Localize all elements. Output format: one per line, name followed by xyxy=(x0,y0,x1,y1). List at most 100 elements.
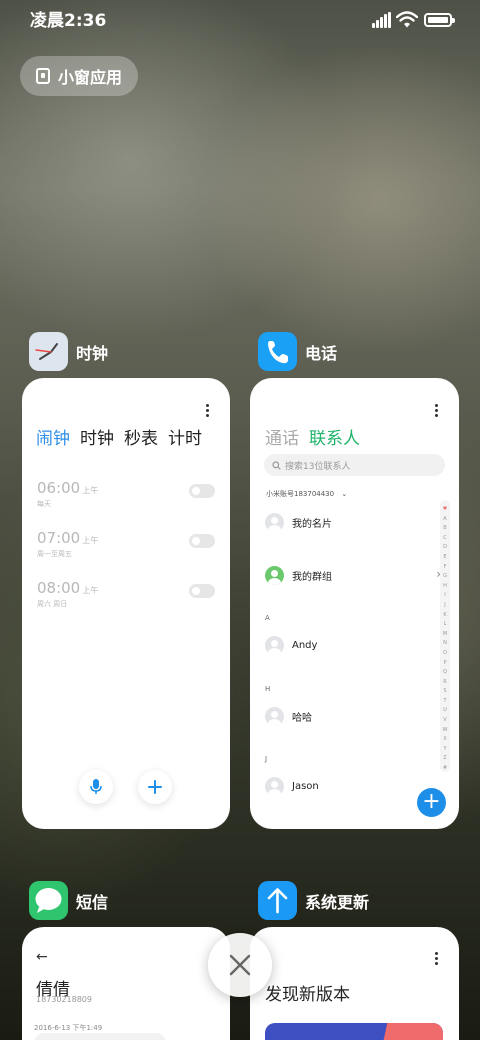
alphabet-letter: M xyxy=(442,630,448,637)
alphabet-letter: U xyxy=(443,707,447,714)
add-contact-button[interactable]: + xyxy=(417,788,446,817)
messages-app-icon xyxy=(29,881,68,920)
contact-name: 我的名片 xyxy=(292,518,332,530)
wifi-icon xyxy=(396,11,418,28)
alphabet-letter: E xyxy=(443,553,447,560)
status-time: 凌晨2:36 xyxy=(30,11,107,31)
more-options-icon[interactable] xyxy=(435,404,439,418)
more-options-icon[interactable] xyxy=(206,404,210,418)
small-window-icon xyxy=(36,68,50,84)
small-window-apps-button[interactable]: 小窗应用 xyxy=(20,56,138,96)
chevron-down-icon: ⌄ xyxy=(341,490,348,498)
messages-app-card[interactable]: ← 倩倩 18730218809 2016-6-13 下午1:49 xyxy=(22,927,230,1040)
clock-app-icon xyxy=(29,332,68,371)
alphabet-letter: # xyxy=(442,765,448,772)
tab-stopwatch[interactable]: 秒表 xyxy=(124,424,158,449)
contact-row[interactable]: Jason xyxy=(265,776,319,796)
message-bubble[interactable] xyxy=(34,1033,166,1040)
add-alarm-button[interactable] xyxy=(138,770,172,804)
tab-calls[interactable]: 通话 xyxy=(265,424,299,449)
tab-contacts[interactable]: 联系人 xyxy=(309,424,360,449)
alarm-ampm: 上午 xyxy=(82,586,99,595)
alarm-days: 每天 xyxy=(37,500,51,508)
avatar xyxy=(265,512,284,532)
alarm-toggle[interactable] xyxy=(189,484,215,498)
conversation-contact-number: 18730218809 xyxy=(36,995,92,1004)
alarm-row[interactable]: 08:00 上午 周六 周日 xyxy=(37,578,215,614)
phone-app-card[interactable]: 通话 联系人 搜索13位联系人 小米账号183704430 ⌄ 我的名片 我的群… xyxy=(250,378,459,829)
alarm-ampm: 上午 xyxy=(82,536,99,545)
contact-name: 哈哈 xyxy=(292,712,312,724)
contact-row[interactable]: 哈哈 xyxy=(265,706,312,726)
updater-app-header[interactable]: 系统更新 xyxy=(258,881,369,920)
contact-name: Andy xyxy=(292,639,318,651)
tab-timer[interactable]: 计时 xyxy=(168,424,202,449)
updater-app-icon xyxy=(258,881,297,920)
alphabet-letter: N xyxy=(443,640,447,647)
alarm-time: 07:00 xyxy=(37,529,81,547)
alarm-time: 08:00 xyxy=(37,579,81,597)
messages-app-header[interactable]: 短信 xyxy=(29,881,108,920)
alphabet-letter: W xyxy=(442,726,448,733)
clock-app-card[interactable]: 闹钟 时钟 秒表 计时 06:00 上午 每天 07:00 上午 周一至周五 08:… xyxy=(22,378,230,829)
alarm-toggle[interactable] xyxy=(189,584,215,598)
contact-search-input[interactable]: 搜索13位联系人 xyxy=(264,454,445,476)
tab-clock[interactable]: 时钟 xyxy=(80,424,114,449)
tab-alarm[interactable]: 闹钟 xyxy=(36,424,70,449)
messages-app-name: 短信 xyxy=(76,892,109,912)
alphabet-letter: A xyxy=(443,515,447,522)
alphabet-letter: K xyxy=(443,611,447,618)
phone-app-icon xyxy=(258,332,297,371)
close-icon xyxy=(229,954,251,976)
signal-icon xyxy=(372,12,392,28)
alarm-row[interactable]: 06:00 上午 每天 xyxy=(37,478,215,514)
updater-app-name: 系统更新 xyxy=(305,892,370,912)
alarm-row[interactable]: 07:00 上午 周一至周五 xyxy=(37,528,215,564)
alphabet-letter: G xyxy=(443,573,447,580)
contact-row[interactable]: Andy xyxy=(265,635,317,655)
update-heading: 发现新版本 xyxy=(265,985,350,1005)
alarm-toggle[interactable] xyxy=(189,534,215,548)
alphabet-letter: P xyxy=(443,659,447,666)
search-placeholder: 搜索13位联系人 xyxy=(285,461,351,472)
alphabet-letter: Z xyxy=(443,755,447,762)
avatar xyxy=(265,776,284,796)
alphabet-letter: Q xyxy=(443,669,447,676)
alphabet-letter: L xyxy=(443,621,447,628)
back-arrow-icon[interactable]: ← xyxy=(36,949,48,965)
alphabet-letter: I xyxy=(444,592,446,599)
contact-row-my-groups[interactable]: 我的群组 › xyxy=(265,565,441,585)
avatar xyxy=(265,706,284,726)
updater-app-card[interactable]: 发现新版本 xyxy=(250,927,459,1040)
update-banner xyxy=(265,1023,443,1040)
alphabet-letter: C xyxy=(443,534,447,541)
phone-app-header[interactable]: 电话 xyxy=(258,332,337,371)
clear-all-button[interactable] xyxy=(208,933,272,997)
alarm-days: 周六 周日 xyxy=(37,600,68,608)
alphabet-letter: Y xyxy=(443,745,447,752)
alarm-days: 周一至周五 xyxy=(37,550,72,558)
alphabet-letter: ♥ xyxy=(442,506,448,512)
alphabet-letter: H xyxy=(443,582,447,589)
clock-app-header[interactable]: 时钟 xyxy=(29,332,108,371)
avatar xyxy=(265,635,284,655)
phone-tabs: 通话 联系人 xyxy=(265,424,360,449)
alphabet-letter: V xyxy=(443,717,447,724)
voice-alarm-button[interactable] xyxy=(79,770,113,804)
alphabet-letter: T xyxy=(443,697,447,704)
alphabet-letter: O xyxy=(443,649,447,656)
section-header: H xyxy=(265,685,271,693)
section-header: A xyxy=(265,614,270,622)
account-label[interactable]: 小米账号183704430 ⌄ xyxy=(266,489,347,499)
microphone-icon xyxy=(90,779,102,794)
alphabet-letter: F xyxy=(443,563,447,570)
message-timestamp: 2016-6-13 下午1:49 xyxy=(34,1024,103,1032)
clock-app-name: 时钟 xyxy=(76,343,109,363)
contact-row-my-card[interactable]: 我的名片 xyxy=(265,512,332,532)
clock-tabs: 闹钟 时钟 秒表 计时 xyxy=(36,424,202,449)
group-avatar xyxy=(265,565,284,585)
alphabet-letter: X xyxy=(443,736,447,743)
alphabet-letter: J xyxy=(444,601,446,608)
more-options-icon[interactable] xyxy=(435,952,439,966)
alphabet-index-scrollbar[interactable]: ♥ A B C D E F G H I J K L M N O P Q R S … xyxy=(440,500,450,772)
